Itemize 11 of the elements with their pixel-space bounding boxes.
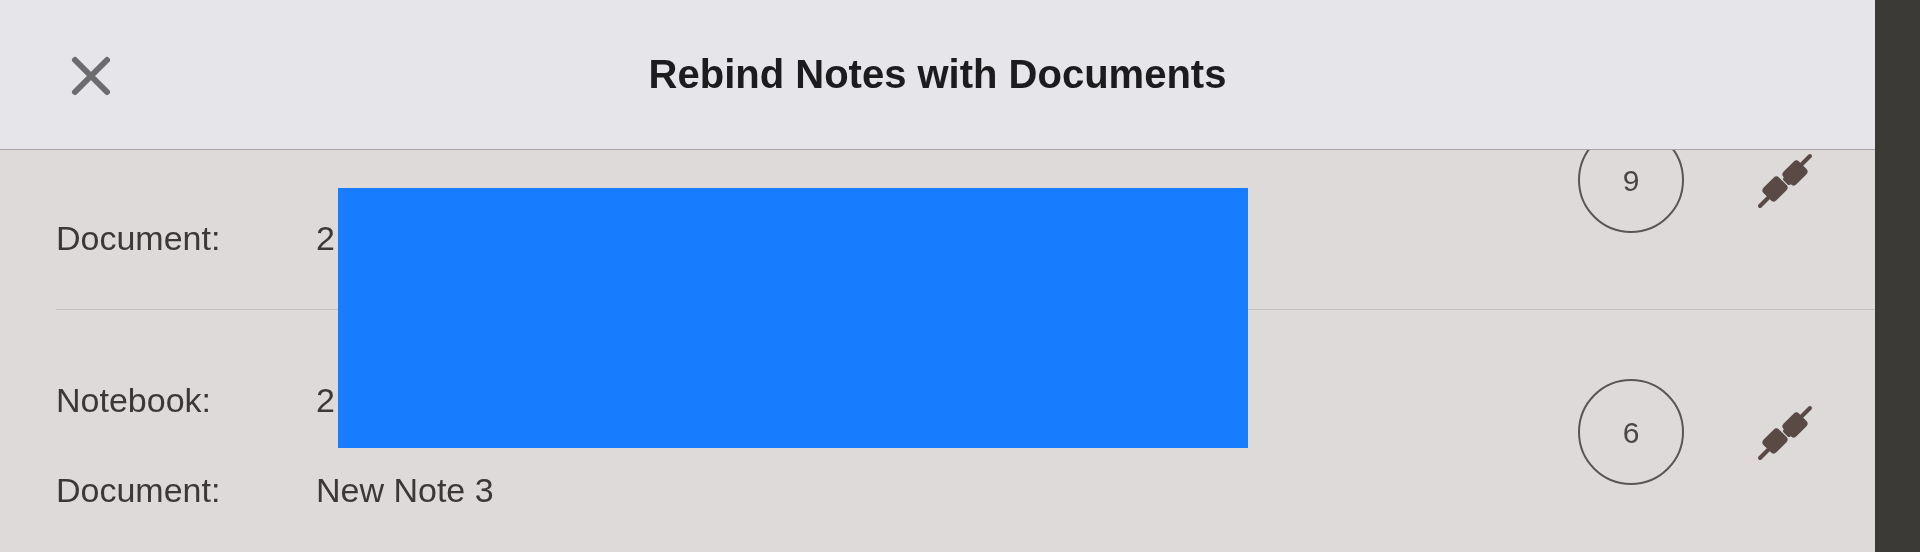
- field-label: Document:: [56, 470, 222, 510]
- field-label: Notebook:: [56, 380, 212, 420]
- count-badge: 6: [1578, 379, 1684, 485]
- field-label: Document:: [56, 218, 222, 258]
- dialog-title: Rebind Notes with Documents: [648, 51, 1227, 98]
- field-value: 2: [316, 218, 335, 258]
- unplug-icon[interactable]: [1756, 152, 1814, 210]
- field-value: 2: [316, 380, 335, 420]
- unplug-icon[interactable]: [1756, 404, 1814, 462]
- close-icon[interactable]: [70, 55, 112, 97]
- field-value: New Note 3: [316, 470, 494, 510]
